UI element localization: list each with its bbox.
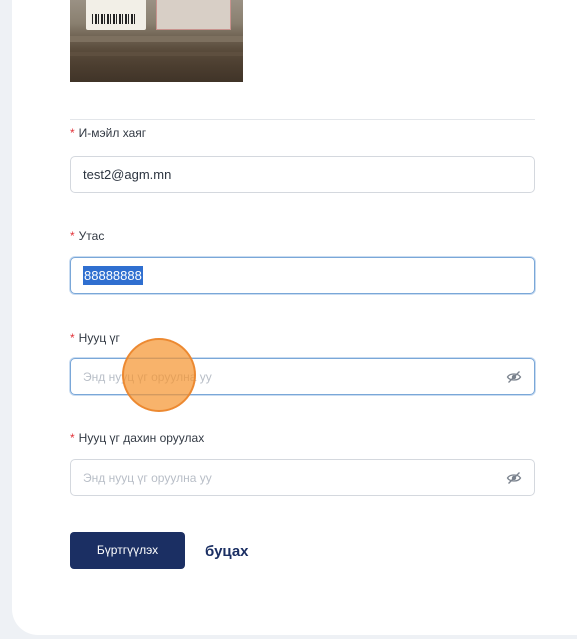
back-link[interactable]: буцах — [205, 543, 249, 560]
phone-field[interactable]: 88888888 — [70, 257, 535, 294]
uploaded-document-image — [70, 0, 243, 82]
click-cursor-indicator — [122, 338, 196, 412]
phone-label: * Утас — [70, 229, 105, 243]
eye-slash-icon[interactable] — [506, 369, 522, 385]
register-button[interactable]: Бүртгүүлэх — [70, 532, 185, 569]
required-mark: * — [70, 331, 75, 345]
password-confirm-field[interactable]: Энд нууц үг оруулна уу — [70, 459, 535, 496]
password-confirm-label: * Нууц үг дахин оруулах — [70, 431, 205, 445]
phone-value: 88888888 — [83, 266, 143, 285]
password-label: * Нууц үг — [70, 331, 120, 345]
divider — [70, 119, 535, 120]
required-mark: * — [70, 431, 75, 445]
required-mark: * — [70, 126, 75, 140]
password-confirm-placeholder: Энд нууц үг оруулна уу — [83, 471, 212, 485]
email-value: test2@agm.mn — [83, 167, 172, 182]
required-mark: * — [70, 229, 75, 243]
email-field[interactable]: test2@agm.mn — [70, 156, 535, 193]
email-label: * И-мэйл хаяг — [70, 126, 147, 140]
eye-slash-icon[interactable] — [506, 470, 522, 486]
